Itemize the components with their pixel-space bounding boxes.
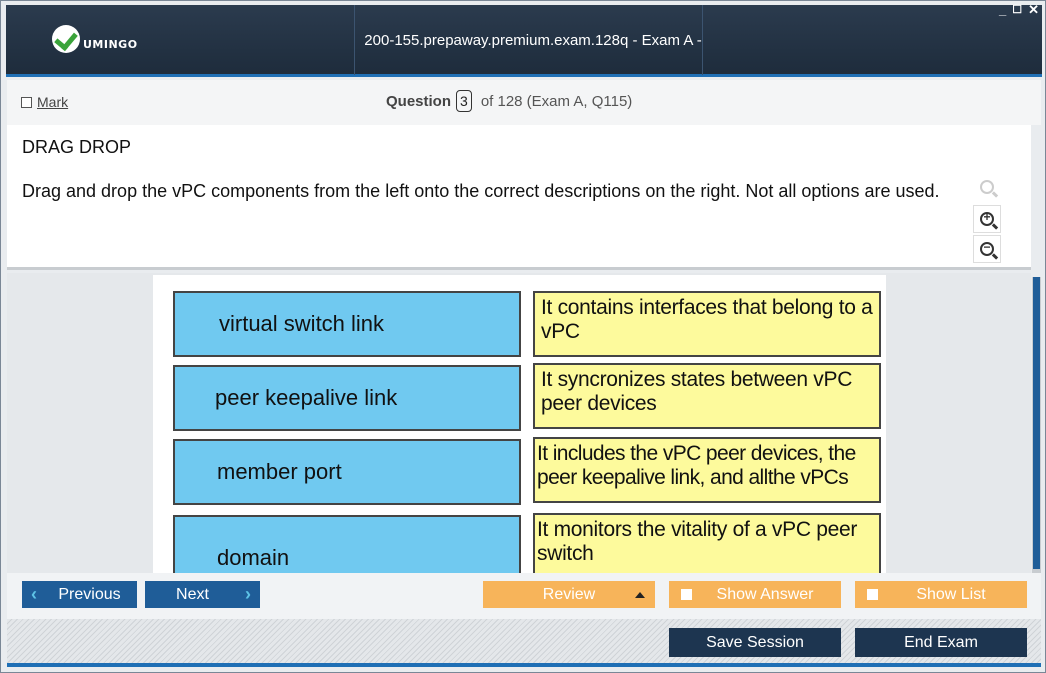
footer-bar: Save Session End Exam [7,619,1041,667]
zoom-in-button[interactable]: + [973,205,1001,233]
review-label: Review [542,585,596,603]
window-controls: _ ☐ ✕ [999,3,1039,16]
show-answer-button[interactable]: Show Answer [669,581,841,608]
zoom-out-icon: − [980,240,994,256]
drag-drop-exhibit: virtual switch link peer keepalive link … [153,275,886,573]
drop-target[interactable]: It contains interfaces that belong to a … [533,291,881,357]
review-button[interactable]: Review [483,581,655,608]
zoom-out-button[interactable]: − [973,235,1001,263]
search-icon [973,173,1001,201]
drag-item[interactable]: virtual switch link [173,291,521,357]
maximize-button[interactable]: ☐ [1012,5,1022,16]
window-title: 200-155.prepaway.premium.exam.128q - Exa… [364,32,702,121]
scrollbar-thumb[interactable] [1033,277,1040,569]
question-type: DRAG DROP [22,137,132,157]
checkbox-icon[interactable] [867,589,878,600]
checkmark-logo-icon [52,25,80,53]
end-exam-button[interactable]: End Exam [855,628,1027,657]
drop-target[interactable]: It includes the vPC peer devices, the pe… [533,437,881,503]
question-counter: Question 3 of 128 (Exam A, Q115) [386,90,632,112]
close-button[interactable]: ✕ [1028,3,1039,16]
question-text: Drag and drop the vPC components from th… [22,181,940,201]
mark-checkbox[interactable]: Mark [21,94,68,110]
question-header-bar: Mark Question 3 of 128 (Exam A, Q115) [7,80,1041,125]
vertical-scrollbar[interactable] [1032,277,1041,573]
question-label: Question [386,92,452,110]
show-list-button[interactable]: Show List [855,581,1027,608]
previous-label: Previous [58,585,121,603]
chevron-left-icon: ‹ [31,584,37,604]
drag-item[interactable]: domain [173,515,521,573]
vumingo-logo: UMINGO [52,25,138,53]
drag-item[interactable]: peer keepalive link [173,365,521,431]
drag-item[interactable]: member port [173,439,521,505]
question-number-input[interactable]: 3 [456,90,472,112]
title-divider [354,5,355,75]
ete-player-window: UMINGO 200-155.prepaway.premium.exam.128… [0,0,1046,673]
chevron-right-icon: › [245,584,251,604]
question-total: of 128 (Exam A, Q115) [480,92,633,110]
next-button[interactable]: Next › [145,581,260,608]
exhibit-area: virtual switch link peer keepalive link … [7,273,1031,573]
checkbox-icon[interactable] [681,589,692,600]
navigation-bar: ‹ Previous Next › Review Show Answer Sho… [7,573,1041,619]
caret-up-icon[interactable] [635,592,645,598]
drop-target[interactable]: It monitors the vitality of a vPC peer s… [533,513,881,573]
mark-label[interactable]: Mark [37,94,68,110]
zoom-in-icon: + [980,210,994,226]
title-divider [702,5,703,75]
title-bar: UMINGO 200-155.prepaway.premium.exam.128… [6,5,1042,121]
show-answer-label: Show Answer [716,585,814,603]
question-panel: DRAG DROP Drag and drop the vPC componen… [7,125,1031,270]
previous-button[interactable]: ‹ Previous [22,581,137,608]
minimize-button[interactable]: _ [999,3,1006,16]
checkbox-icon[interactable] [21,96,32,108]
drop-target[interactable]: It syncronizes states between vPC peer d… [533,363,881,429]
next-label: Next [176,585,209,603]
save-session-button[interactable]: Save Session [669,628,841,657]
logo-text: UMINGO [83,37,138,51]
show-list-label: Show List [916,585,986,603]
